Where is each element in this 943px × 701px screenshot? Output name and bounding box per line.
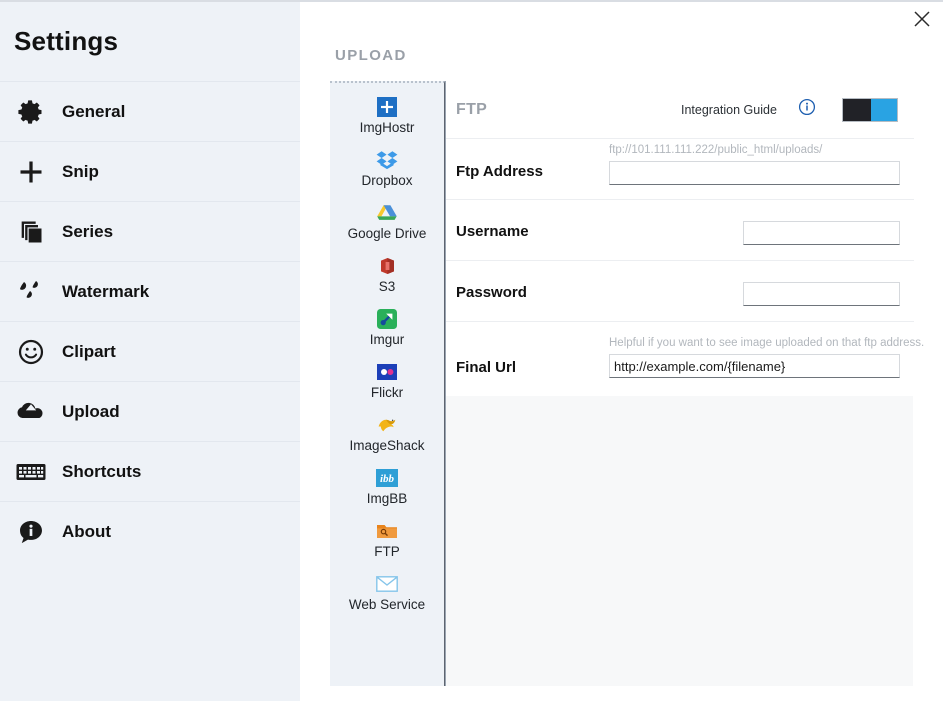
sidebar-item-watermark[interactable]: Watermark [0, 261, 300, 321]
password-label: Password [456, 284, 527, 301]
sidebar-item-series[interactable]: Series [0, 201, 300, 261]
plus-icon [0, 158, 62, 186]
sidebar-item-about[interactable]: About [0, 501, 300, 561]
ftp-panel-header: FTP Integration Guide [446, 81, 914, 139]
upload-settings-pane: UPLOAD ImgHostr Dropbox Google Drive S3 … [300, 2, 943, 701]
service-item-imghostr[interactable]: ImgHostr [330, 83, 444, 136]
sidebar-item-upload[interactable]: Upload [0, 381, 300, 441]
password-row: Password [446, 261, 914, 322]
sidebar-item-label: Shortcuts [62, 461, 142, 481]
sidebar-item-label: Clipart [62, 341, 116, 361]
integration-guide-link[interactable]: Integration Guide [681, 103, 777, 117]
ftp-panel-title: FTP [456, 100, 488, 118]
droplets-icon [0, 278, 62, 306]
service-item-s3[interactable]: S3 [330, 242, 444, 295]
sidebar-item-label: Snip [62, 161, 99, 181]
sidebar-item-label: Upload [62, 401, 120, 421]
ftp-folder-icon [376, 520, 398, 542]
service-item-web-service[interactable]: Web Service [330, 560, 444, 613]
service-item-label: Imgur [369, 332, 405, 347]
sidebar-item-label: About [62, 521, 112, 541]
service-item-label: Flickr [370, 385, 404, 400]
service-item-label: ImageShack [349, 438, 425, 453]
service-item-dropbox[interactable]: Dropbox [330, 136, 444, 189]
ftp-settings-panel: FTP Integration Guide Ftp Address ftp://… [445, 81, 924, 686]
smiley-icon [0, 338, 62, 366]
password-input[interactable] [743, 282, 900, 306]
service-item-label: S3 [378, 279, 396, 294]
ftp-address-label: Ftp Address [456, 163, 543, 180]
sidebar-item-label: Watermark [62, 281, 150, 301]
service-item-label: Dropbox [361, 173, 413, 188]
final-url-row: Final Url Helpful if you want to see ima… [446, 322, 924, 396]
ftp-enable-toggle[interactable] [842, 97, 898, 122]
service-item-imgbb[interactable]: ibb ImgBB [330, 454, 444, 507]
final-url-label: Final Url [456, 359, 517, 376]
sidebar-item-general[interactable]: General [0, 81, 300, 141]
sidebar-item-label: Series [62, 221, 114, 241]
copy-stack-icon [0, 218, 62, 246]
info-circle-icon[interactable] [798, 98, 816, 121]
service-item-label: ImgHostr [359, 120, 415, 135]
sidebar-item-label: General [62, 101, 126, 121]
service-item-label: Google Drive [347, 226, 427, 241]
flickr-icon [376, 361, 398, 383]
imageshack-icon [376, 414, 398, 436]
envelope-icon [376, 573, 398, 595]
username-input[interactable] [743, 221, 900, 245]
sidebar-item-shortcuts[interactable]: Shortcuts [0, 441, 300, 501]
final-url-hint: Helpful if you want to see image uploade… [609, 337, 925, 349]
close-icon[interactable] [909, 6, 935, 32]
dropbox-icon [376, 149, 398, 171]
svg-text:ibb: ibb [380, 473, 395, 485]
service-item-label: Web Service [348, 597, 426, 612]
ftp-address-row: Ftp Address ftp://101.111.111.222/public… [446, 139, 914, 200]
ftp-address-input[interactable] [609, 161, 900, 185]
ftp-address-hint: ftp://101.111.111.222/public_html/upload… [609, 144, 823, 156]
cloud-upload-icon [0, 398, 62, 426]
service-item-label: ImgBB [366, 491, 408, 506]
service-item-flickr[interactable]: Flickr [330, 348, 444, 401]
service-item-imageshack[interactable]: ImageShack [330, 401, 444, 454]
section-title: UPLOAD [335, 47, 407, 64]
final-url-input[interactable] [609, 354, 900, 378]
imgur-icon [376, 308, 398, 330]
gear-icon [0, 98, 62, 126]
sidebar-item-snip[interactable]: Snip [0, 141, 300, 201]
amazon-s3-icon [376, 255, 398, 277]
service-item-imgur[interactable]: Imgur [330, 295, 444, 348]
sidebar-item-clipart[interactable]: Clipart [0, 321, 300, 381]
settings-sidebar: Settings General Snip Series Watermark C… [0, 2, 300, 701]
username-label: Username [456, 223, 529, 240]
settings-window: Settings General Snip Series Watermark C… [0, 0, 943, 701]
imgbb-icon: ibb [376, 467, 398, 489]
toggle-knob [843, 98, 871, 121]
service-item-label: FTP [374, 544, 400, 559]
upload-service-list[interactable]: ImgHostr Dropbox Google Drive S3 Imgur F… [330, 81, 445, 686]
username-row: Username [446, 200, 914, 261]
keyboard-icon [0, 460, 62, 484]
ftp-settings-card: FTP Integration Guide Ftp Address ftp://… [446, 81, 924, 396]
info-bubble-icon [0, 518, 62, 546]
service-item-google-drive[interactable]: Google Drive [330, 189, 444, 242]
service-item-ftp[interactable]: FTP [330, 507, 444, 560]
page-title: Settings [14, 26, 119, 56]
imghostr-icon [376, 96, 398, 118]
google-drive-icon [376, 202, 398, 224]
